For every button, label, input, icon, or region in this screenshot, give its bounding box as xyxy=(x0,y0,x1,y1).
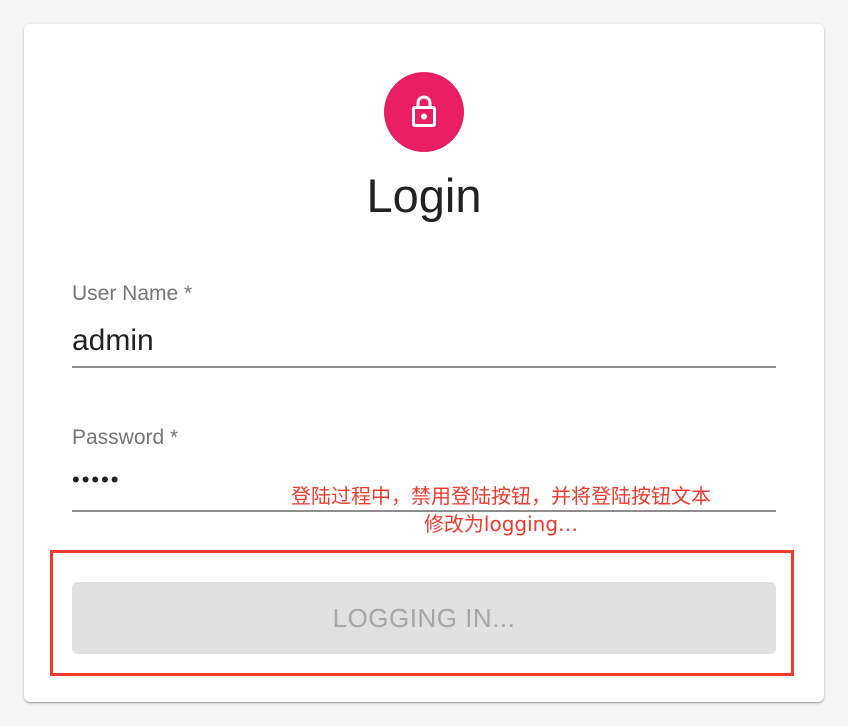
login-button[interactable]: LOGGING IN... xyxy=(72,582,776,654)
required-mark: * xyxy=(184,282,193,305)
annotation-line: 登陆过程中，禁用登陆按钮，并将登陆按钮文本 xyxy=(291,484,711,508)
required-mark: * xyxy=(170,426,179,449)
lock-icon xyxy=(406,94,442,130)
login-card: Login User Name * Password * 登陆过程中，禁用登陆按… xyxy=(24,24,824,702)
username-field: User Name * xyxy=(72,276,776,374)
page-title: Login xyxy=(366,169,482,222)
annotation-line: 修改为logging… xyxy=(423,512,579,536)
username-label: User Name * xyxy=(72,282,193,305)
password-label: Password * xyxy=(72,426,179,449)
avatar xyxy=(384,72,464,152)
username-input[interactable] xyxy=(72,316,776,368)
annotation-note: 登陆过程中，禁用登陆按钮，并将登陆按钮文本 修改为logging… xyxy=(246,482,756,538)
